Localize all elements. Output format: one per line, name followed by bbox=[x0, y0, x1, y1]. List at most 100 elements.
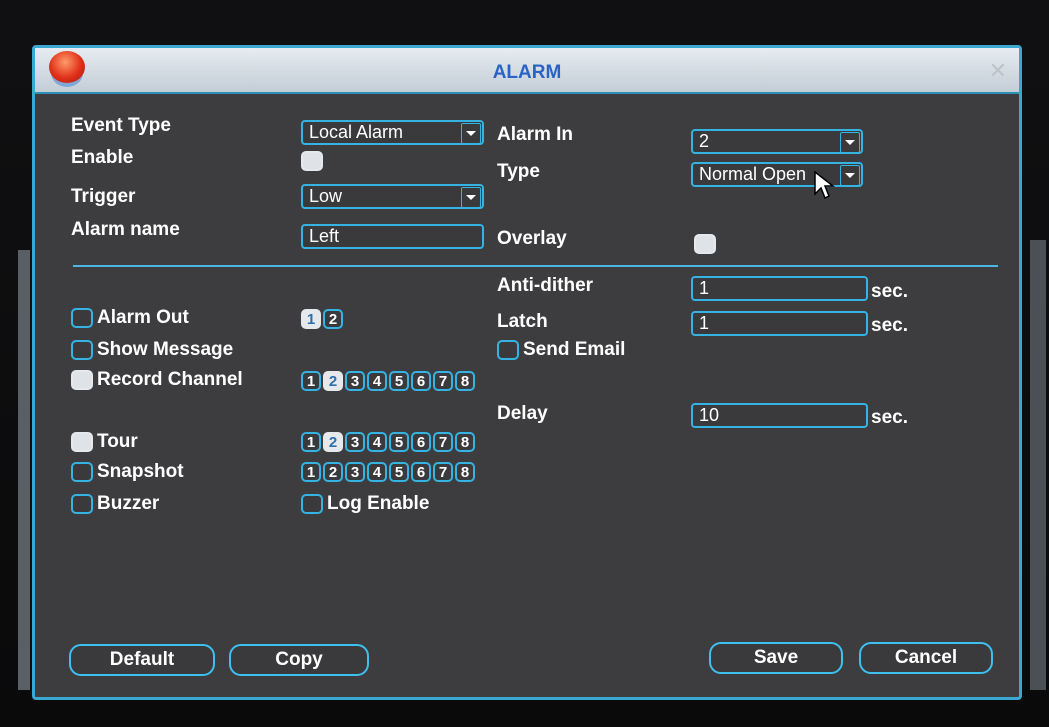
show-message-checkbox[interactable] bbox=[71, 340, 93, 360]
delay-input[interactable]: 10 bbox=[691, 403, 868, 428]
log-enable-checkbox[interactable] bbox=[301, 494, 323, 514]
event-type-select[interactable]: Local Alarm bbox=[301, 120, 484, 145]
type-value: Normal Open bbox=[699, 164, 807, 184]
alarm-dialog: ALARM ✕ Event Type Enable Trigger Alarm … bbox=[32, 45, 1022, 700]
snapshot-channel-6[interactable]: 6 bbox=[411, 462, 431, 482]
snapshot-channel-3[interactable]: 3 bbox=[345, 462, 365, 482]
show-message-label: Show Message bbox=[97, 339, 234, 360]
log-enable-option[interactable]: Log Enable bbox=[301, 493, 429, 515]
alarm-name-value: Left bbox=[309, 226, 340, 246]
record-channel-4[interactable]: 4 bbox=[367, 371, 387, 391]
cancel-button[interactable]: Cancel bbox=[859, 642, 993, 674]
tour-channel-1[interactable]: 1 bbox=[301, 432, 321, 452]
show-message-option[interactable]: Show Message bbox=[71, 339, 233, 361]
snapshot-channel-7[interactable]: 7 bbox=[433, 462, 453, 482]
tour-channel-5[interactable]: 5 bbox=[389, 432, 409, 452]
record-channel-label: Record Channel bbox=[97, 369, 243, 390]
record-channel-1[interactable]: 1 bbox=[301, 371, 321, 391]
alarm-in-value: 2 bbox=[699, 131, 710, 151]
close-icon[interactable]: ✕ bbox=[989, 58, 1007, 84]
buzzer-checkbox[interactable] bbox=[71, 494, 93, 514]
delay-unit: sec. bbox=[871, 407, 908, 428]
send-email-checkbox[interactable] bbox=[497, 340, 519, 360]
alarm-name-input[interactable]: Left bbox=[301, 224, 484, 249]
log-enable-label: Log Enable bbox=[327, 493, 430, 514]
snapshot-channel-4[interactable]: 4 bbox=[367, 462, 387, 482]
record-channels: 1 2 3 4 5 6 7 8 bbox=[301, 371, 475, 391]
alarm-in-label: Alarm In bbox=[497, 124, 574, 145]
record-channel-2[interactable]: 2 bbox=[323, 371, 343, 391]
enable-checkbox[interactable] bbox=[301, 151, 323, 171]
record-channel-3[interactable]: 3 bbox=[345, 371, 365, 391]
trigger-value: Low bbox=[309, 186, 343, 206]
tour-channel-6[interactable]: 6 bbox=[411, 432, 431, 452]
chevron-down-icon[interactable] bbox=[461, 187, 481, 207]
snapshot-option[interactable]: Snapshot bbox=[71, 461, 184, 483]
alarm-out-label: Alarm Out bbox=[97, 307, 189, 328]
record-channel-6[interactable]: 6 bbox=[411, 371, 431, 391]
event-type-label: Event Type bbox=[71, 115, 171, 136]
buzzer-option[interactable]: Buzzer bbox=[71, 493, 159, 515]
dialog-title: ALARM bbox=[492, 62, 562, 83]
buzzer-label: Buzzer bbox=[97, 493, 160, 514]
trigger-label: Trigger bbox=[71, 186, 136, 207]
title-bar: ALARM ✕ bbox=[35, 48, 1019, 94]
latch-unit: sec. bbox=[871, 315, 908, 336]
trigger-select[interactable]: Low bbox=[301, 184, 484, 209]
save-button[interactable]: Save bbox=[709, 642, 843, 674]
snapshot-channel-2[interactable]: 2 bbox=[323, 462, 343, 482]
record-channel-option[interactable]: Record Channel bbox=[71, 369, 243, 391]
snapshot-channel-8[interactable]: 8 bbox=[455, 462, 475, 482]
tour-checkbox[interactable] bbox=[71, 432, 93, 452]
delay-label: Delay bbox=[497, 403, 548, 424]
tour-channel-7[interactable]: 7 bbox=[433, 432, 453, 452]
send-email-label: Send Email bbox=[523, 339, 626, 360]
record-channel-checkbox[interactable] bbox=[71, 370, 93, 390]
anti-dither-value: 1 bbox=[699, 278, 710, 298]
enable-label: Enable bbox=[71, 147, 134, 168]
tour-channel-8[interactable]: 8 bbox=[455, 432, 475, 452]
background-edge-left bbox=[18, 250, 30, 690]
chevron-down-icon[interactable] bbox=[461, 123, 481, 143]
event-type-value: Local Alarm bbox=[309, 122, 404, 142]
type-select[interactable]: Normal Open bbox=[691, 162, 863, 187]
tour-channel-4[interactable]: 4 bbox=[367, 432, 387, 452]
mouse-pointer-icon bbox=[814, 170, 835, 200]
record-channel-5[interactable]: 5 bbox=[389, 371, 409, 391]
tour-option[interactable]: Tour bbox=[71, 431, 138, 453]
chevron-down-icon[interactable] bbox=[840, 132, 860, 152]
copy-button[interactable]: Copy bbox=[229, 644, 369, 676]
tour-channels: 1 2 3 4 5 6 7 8 bbox=[301, 432, 475, 452]
delay-value: 10 bbox=[699, 405, 720, 425]
alarm-out-option[interactable]: Alarm Out bbox=[71, 307, 189, 329]
snapshot-label: Snapshot bbox=[97, 461, 184, 482]
default-button[interactable]: Default bbox=[69, 644, 215, 676]
background-edge-right bbox=[1030, 240, 1046, 690]
snapshot-channel-5[interactable]: 5 bbox=[389, 462, 409, 482]
overlay-label: Overlay bbox=[497, 228, 567, 249]
alarm-out-channels: 1 2 bbox=[301, 309, 343, 329]
latch-input[interactable]: 1 bbox=[691, 311, 868, 336]
section-divider bbox=[73, 265, 998, 267]
snapshot-channels: 1 2 3 4 5 6 7 8 bbox=[301, 462, 475, 482]
overlay-checkbox[interactable] bbox=[694, 234, 716, 254]
alarm-in-select[interactable]: 2 bbox=[691, 129, 863, 154]
snapshot-channel-1[interactable]: 1 bbox=[301, 462, 321, 482]
latch-label: Latch bbox=[497, 311, 548, 332]
snapshot-checkbox[interactable] bbox=[71, 462, 93, 482]
chevron-down-icon[interactable] bbox=[840, 165, 860, 185]
tour-channel-2[interactable]: 2 bbox=[323, 432, 343, 452]
anti-dither-input[interactable]: 1 bbox=[691, 276, 868, 301]
type-label: Type bbox=[497, 161, 540, 182]
send-email-option[interactable]: Send Email bbox=[497, 339, 625, 361]
tour-channel-3[interactable]: 3 bbox=[345, 432, 365, 452]
alarm-name-label: Alarm name bbox=[71, 219, 180, 240]
alarm-out-channel-1[interactable]: 1 bbox=[301, 309, 321, 329]
record-channel-8[interactable]: 8 bbox=[455, 371, 475, 391]
anti-dither-unit: sec. bbox=[871, 281, 908, 302]
alarm-out-channel-2[interactable]: 2 bbox=[323, 309, 343, 329]
alarm-out-checkbox[interactable] bbox=[71, 308, 93, 328]
latch-value: 1 bbox=[699, 313, 710, 333]
record-channel-7[interactable]: 7 bbox=[433, 371, 453, 391]
tour-label: Tour bbox=[97, 431, 138, 452]
